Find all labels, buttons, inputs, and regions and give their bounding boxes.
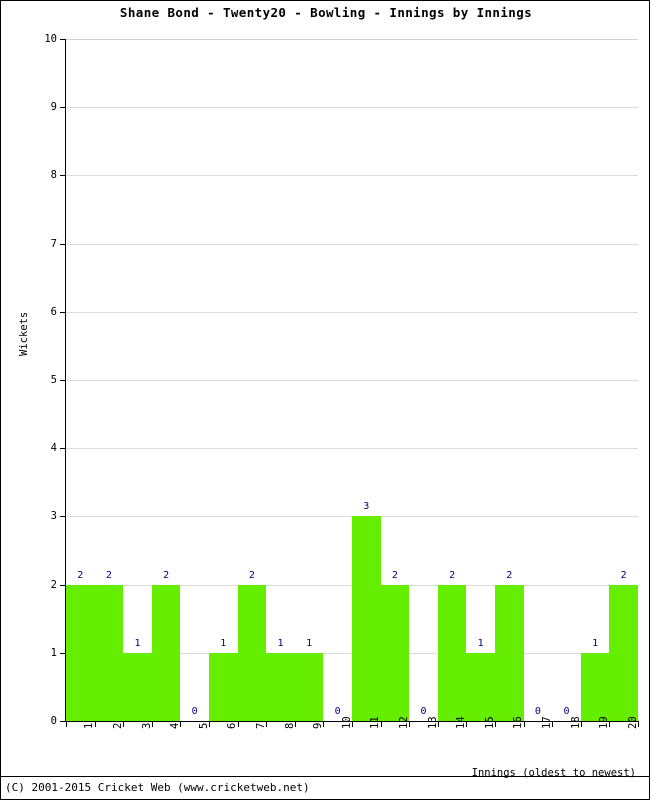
bar-value-label: 2 [77, 569, 84, 581]
y-tick-mark [60, 584, 66, 586]
y-tick-mark [60, 311, 66, 313]
bar-value-label: 1 [220, 637, 227, 649]
x-tick-label: 18 [569, 716, 582, 729]
gridline [66, 311, 638, 313]
bar-value-label: 1 [592, 637, 599, 649]
y-tick-mark [60, 380, 66, 381]
bar [94, 584, 124, 721]
bar [294, 652, 324, 721]
x-tick-label: 5 [197, 722, 210, 729]
y-tick-mark [60, 448, 66, 450]
plot-area: 22120121103202120012 [66, 39, 638, 721]
x-tick-label: 10 [340, 716, 353, 729]
bar-value-label: 2 [248, 569, 255, 581]
chart-title: Shane Bond - Twenty20 - Bowling - Inning… [119, 5, 533, 20]
y-tick-label: 3 [50, 510, 57, 523]
y-tick-label: 10 [44, 33, 57, 45]
y-tick-label: 6 [50, 305, 57, 318]
x-tick-label: 13 [426, 716, 439, 729]
y-tick-label: 5 [50, 374, 57, 386]
gridline [66, 243, 638, 245]
x-tick-label: 19 [598, 716, 611, 729]
x-tick-label: 2 [111, 722, 124, 729]
x-tick-label: 3 [140, 722, 153, 729]
bar-value-label: 2 [105, 569, 112, 581]
bar [380, 584, 410, 721]
x-tick-label: 14 [455, 716, 468, 729]
bowling-innings-chart: Shane Bond - Twenty20 - Bowling - Inning… [0, 0, 650, 800]
x-tick-label: 8 [283, 722, 296, 729]
bar-value-label: 1 [306, 637, 313, 649]
bar [151, 584, 181, 721]
y-tick-mark [60, 175, 66, 177]
y-tick-label: 7 [50, 237, 57, 250]
x-tick-label: 6 [226, 722, 239, 729]
gridline [66, 175, 638, 177]
x-tick-label: 11 [369, 716, 382, 729]
bar [580, 652, 610, 721]
bar-value-label: 1 [277, 637, 284, 649]
footer-copyright: (C) 2001-2015 Cricket Web (www.cricketwe… [5, 781, 310, 794]
footer-separator [1, 776, 650, 777]
y-tick-mark [60, 652, 66, 654]
x-tick-label: 7 [254, 722, 267, 729]
x-tick-label: 17 [540, 716, 553, 729]
x-tick-label: 1 [83, 722, 96, 729]
x-tick-label: 12 [397, 716, 410, 729]
bar-value-label: 1 [477, 637, 484, 649]
bar-value-label: 2 [449, 569, 456, 581]
y-tick-mark [60, 516, 66, 518]
bar-value-label: 0 [191, 706, 198, 717]
y-tick-label: 1 [50, 646, 57, 659]
bar [466, 652, 495, 721]
gridline [66, 448, 638, 450]
y-tick-mark [60, 39, 66, 40]
bar [237, 584, 267, 721]
bar [352, 516, 381, 721]
gridline [66, 107, 638, 109]
y-tick-label: 2 [50, 578, 57, 591]
y-tick-label: 9 [50, 101, 57, 114]
bar-value-label: 2 [163, 569, 170, 581]
y-tick-mark [60, 243, 66, 245]
x-tick-label: 16 [512, 716, 525, 729]
bar [123, 652, 152, 721]
gridline [66, 39, 638, 40]
y-tick-label: 8 [50, 169, 57, 182]
x-tick-mark [66, 722, 67, 727]
x-tick-label: 9 [312, 722, 325, 729]
bar-value-label: 1 [134, 637, 141, 649]
bar [437, 584, 467, 721]
x-tick-label: 15 [483, 716, 496, 729]
x-tick-label: 4 [169, 722, 182, 729]
bar [266, 652, 295, 721]
bar-value-label: 2 [620, 569, 627, 581]
bar-value-label: 2 [391, 569, 398, 581]
bar-value-label: 2 [506, 569, 513, 581]
bar [209, 652, 238, 721]
bar [66, 584, 95, 721]
y-tick-label: 0 [50, 715, 57, 727]
bar-value-label: 3 [363, 501, 370, 513]
bar [609, 584, 638, 721]
y-axis-title: Wickets [18, 311, 30, 356]
bar [495, 584, 524, 721]
x-tick-label: 20 [626, 716, 639, 729]
y-tick-mark [60, 107, 66, 109]
x-axis-title: Innings (oldest to newest) [471, 767, 636, 779]
y-tick-label: 4 [50, 442, 57, 455]
gridline [66, 380, 638, 381]
